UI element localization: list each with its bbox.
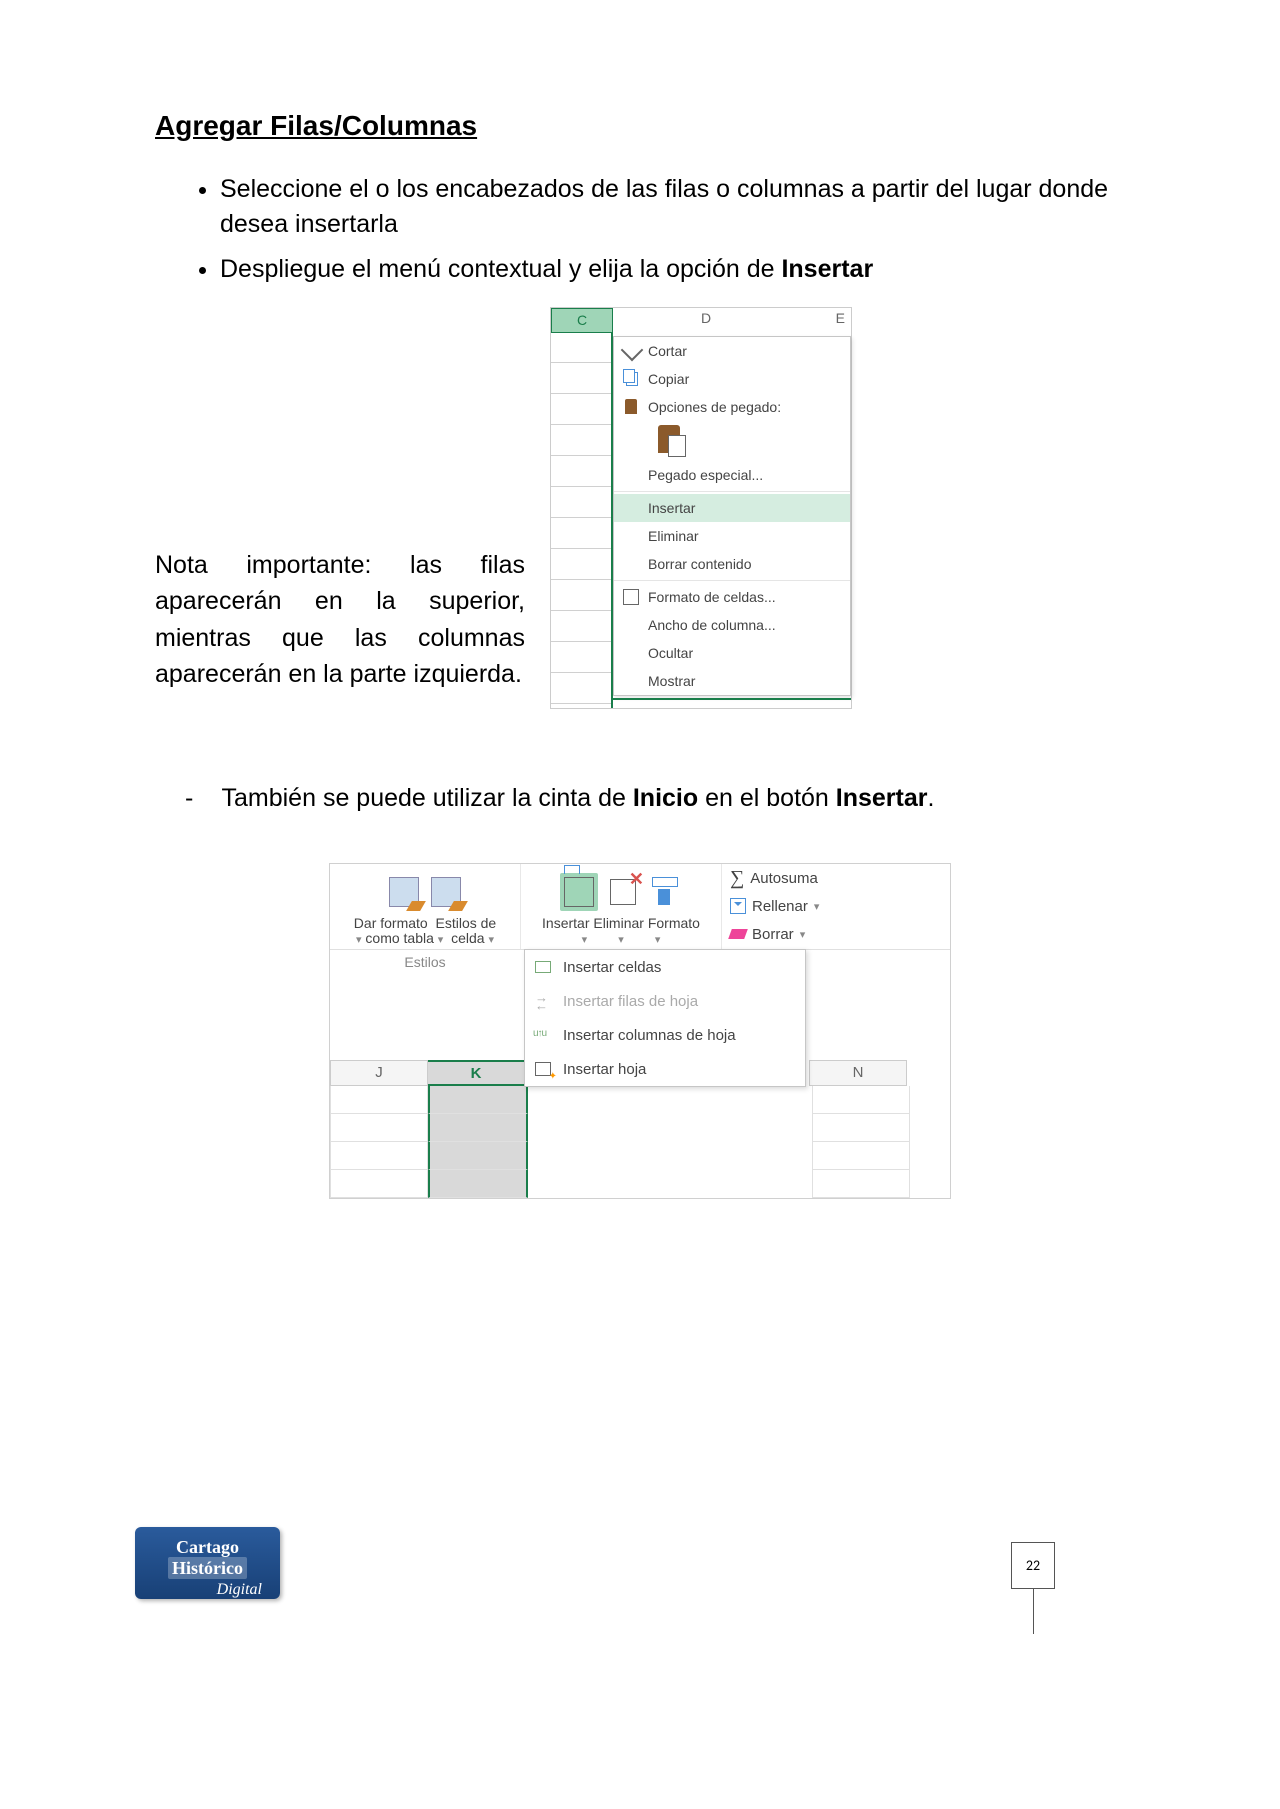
instruction-item: Seleccione el o los encabezados de las f… — [220, 172, 1125, 242]
insert-sheet[interactable]: Insertar hoja — [525, 1052, 805, 1086]
eraser-icon — [728, 929, 748, 939]
column-header-e: E — [836, 310, 845, 326]
page-number: 22 — [1011, 1542, 1055, 1589]
menu-paste-special[interactable]: Pegado especial... — [614, 461, 850, 489]
menu-delete[interactable]: Eliminar — [614, 522, 850, 550]
col-j[interactable]: J — [330, 1060, 428, 1086]
menu-show[interactable]: Mostrar — [614, 667, 850, 695]
context-menu-screenshot: C D E Cortar Copiar Opciones de pegado: … — [550, 307, 852, 709]
label: Eliminar — [648, 528, 699, 544]
cartago-badge: Cartago Histórico Digital — [135, 1527, 280, 1599]
text-bold: Insertar — [836, 784, 928, 812]
label: Cortar — [648, 343, 687, 359]
text-bold: Inicio — [633, 784, 698, 812]
instruction-item: Despliegue el menú contextual y elija la… — [220, 252, 1125, 287]
autosum-button[interactable]: ∑ Autosuma — [722, 864, 852, 892]
sigma-icon: ∑ — [730, 867, 744, 890]
label: Estilos de — [436, 915, 497, 931]
format-icon — [622, 588, 640, 606]
copy-icon — [622, 370, 640, 388]
paste-big-icon[interactable] — [658, 425, 686, 457]
insert-cols-icon — [535, 1026, 553, 1044]
menu-paste-options[interactable]: Opciones de pegado: — [614, 393, 850, 421]
clear-button[interactable]: Borrar▾ — [722, 920, 852, 948]
col-n[interactable]: N — [810, 1060, 907, 1086]
label: Insertar filas de hoja — [563, 993, 698, 1010]
context-menu: Cortar Copiar Opciones de pegado: Pegado… — [613, 336, 851, 696]
insert-cells-icon — [535, 958, 553, 976]
label: celda — [451, 930, 484, 946]
label: Insertar — [648, 500, 695, 516]
text: También se puede utilizar la cinta de — [222, 784, 633, 812]
label: Copiar — [648, 371, 689, 387]
label: Ocultar — [648, 645, 693, 661]
cut-icon — [622, 342, 640, 360]
page-stem — [1033, 1589, 1035, 1634]
insert-sheet-icon — [535, 1060, 553, 1078]
text: Despliegue el menú contextual y elija la… — [220, 255, 781, 283]
col-k-selected[interactable]: K — [428, 1060, 525, 1086]
insert-dropdown-menu: Insertar celdas Insertar filas de hoja I… — [524, 949, 806, 1087]
ribbon-group-cells: Insertar Eliminar Formato ▾ ▾ ▾ — [521, 864, 722, 949]
label: Insertar celdas — [563, 959, 661, 976]
ribbon-group-editing: ∑ Autosuma Rellenar▾ Borrar▾ — [722, 864, 852, 949]
label: Dar formato — [354, 915, 428, 931]
text-bold: Insertar — [781, 255, 873, 283]
label: Opciones de pegado: — [648, 399, 781, 415]
label: Borrar contenido — [648, 556, 752, 572]
column-header-d: D — [701, 310, 711, 326]
menu-clear[interactable]: Borrar contenido — [614, 550, 850, 578]
format-as-table-icon[interactable] — [387, 875, 421, 909]
sub-instruction: - También se puede utilizar la cinta de … — [185, 784, 1125, 813]
text: en el botón — [698, 784, 836, 812]
label: Rellenar — [752, 898, 808, 915]
delete-icon[interactable] — [606, 875, 640, 909]
menu-cut[interactable]: Cortar — [614, 337, 850, 365]
section-title: Agregar Filas/Columnas — [155, 110, 1125, 142]
ribbon-screenshot: Dar formato Estilos de ▾ como tabla ▾ ce… — [329, 863, 951, 1199]
label: Autosuma — [750, 870, 818, 887]
insert-cells[interactable]: Insertar celdas — [525, 950, 805, 984]
label: Ancho de columna... — [648, 617, 776, 633]
insert-cols[interactable]: Insertar columnas de hoja — [525, 1018, 805, 1052]
instruction-list: Seleccione el o los encabezados de las f… — [155, 172, 1125, 287]
badge-text: Histórico — [168, 1557, 247, 1579]
label: Insertar — [542, 915, 589, 931]
insert-rows[interactable]: Insertar filas de hoja — [525, 984, 805, 1018]
menu-hide[interactable]: Ocultar — [614, 639, 850, 667]
cell-styles-icon[interactable] — [429, 875, 463, 909]
format-icon[interactable] — [648, 875, 682, 909]
paste-icon — [622, 398, 640, 416]
group-label-styles: Estilos — [330, 950, 520, 974]
insert-icon[interactable] — [560, 873, 598, 911]
label: Borrar — [752, 926, 794, 943]
badge-text: Cartago — [176, 1537, 239, 1557]
fill-icon — [730, 898, 746, 914]
insert-rows-icon — [535, 992, 553, 1010]
column-header-c: C — [551, 308, 613, 333]
text: . — [928, 784, 935, 812]
label: Formato — [648, 915, 700, 931]
label: Eliminar — [593, 915, 644, 931]
note-text: Nota importante: las filas aparecerán en… — [155, 307, 550, 709]
label: Insertar hoja — [563, 1061, 646, 1078]
label: como tabla — [365, 930, 433, 946]
fill-button[interactable]: Rellenar▾ — [722, 892, 852, 920]
menu-format-cells[interactable]: Formato de celdas... — [614, 583, 850, 611]
ribbon-group-styles: Dar formato Estilos de ▾ como tabla ▾ ce… — [330, 864, 521, 949]
label: Pegado especial... — [648, 467, 763, 483]
label: Mostrar — [648, 673, 695, 689]
menu-col-width[interactable]: Ancho de columna... — [614, 611, 850, 639]
label: Insertar columnas de hoja — [563, 1027, 736, 1044]
menu-copy[interactable]: Copiar — [614, 365, 850, 393]
label: Formato de celdas... — [648, 589, 776, 605]
badge-text: Digital — [135, 1581, 280, 1599]
menu-insert[interactable]: Insertar — [614, 494, 850, 522]
